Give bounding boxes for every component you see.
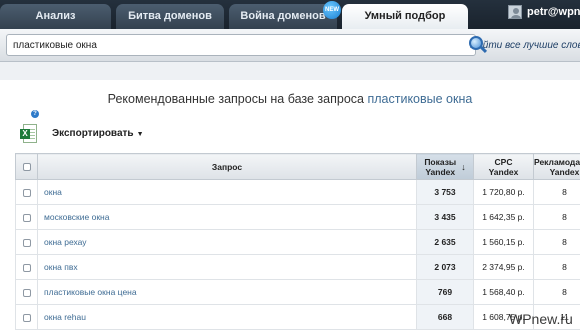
advertisers-header-line1: Рекламодатели [534,156,580,167]
tab-label: Битва доменов [128,10,212,22]
excel-icon[interactable]: X [20,124,37,143]
cpc-value: 2 374,95 р. [473,254,534,280]
column-header-cpc[interactable]: CPC Yandex [473,153,534,180]
page-title-text: Рекомендованные запросы на базе запроса [107,92,364,106]
advertisers-value: 8 [533,279,580,305]
column-header-query[interactable]: Запрос [37,153,417,180]
row-checkbox[interactable] [22,263,31,272]
tab-competitor-analysis[interactable]: Анализ конкурентов [0,4,111,46]
impressions-header-line1: Показы [424,156,457,167]
query-link[interactable]: окна рехау [44,237,87,247]
query-link[interactable]: окна пвх [44,262,78,272]
table-row: окна rehau 668 1 608,75 р. 11 [15,304,580,330]
cpc-value: 1 568,40 р. [473,279,534,305]
impressions-value: 769 [416,279,474,305]
column-header-advertisers[interactable]: РекламодателиYandex [533,153,580,180]
results-panel: Рекомендованные запросы на базе запроса … [0,80,580,332]
impressions-value: 3 435 [416,204,474,230]
tab-domain-war[interactable]: Война доменов NEW [229,1,341,29]
watermark: WPnew.ru [509,311,573,327]
table-row: окна рехау 2 635 1 560,15 р. 8 [15,229,580,255]
advertisers-value: 8 [533,204,580,230]
tab-domain-battle[interactable]: Битва доменов [116,4,224,29]
help-icon[interactable]: ? [31,110,39,118]
cpc-value: 1 642,35 р. [473,204,534,230]
table-header-row: Запрос Показы Yandex ↓ CPC Yandex Рекламода… [15,153,580,180]
row-checkbox[interactable] [22,238,31,247]
page-title-keyword: пластиковые окна [367,92,473,106]
search-button[interactable]: Найти все лучшие слова! [467,32,580,58]
select-all-cell [15,153,38,180]
user-menu[interactable]: petr@wpnew.ru [508,5,580,19]
cpc-value: 1 720,80 р. [473,179,534,205]
export-label: Экспортировать [52,128,134,139]
impressions-header-line2: Yandex [425,166,456,177]
tab-label: Война доменов [240,10,326,22]
query-link[interactable]: московские окна [44,212,109,222]
export-button[interactable]: Экспортировать ▼ [52,128,144,139]
cpc-value: 1 560,15 р. [473,229,534,255]
search-bar: Найти все лучшие слова! [0,29,580,62]
table-row: окна 3 753 1 720,80 р. 8 [15,179,580,205]
user-email: petr@wpnew.ru [527,6,580,18]
user-avatar-icon [508,5,522,19]
query-link[interactable]: окна rehau [44,312,86,322]
cpc-header-line2: Yandex [488,166,519,177]
table-row: пластиковые окна цена 769 1 568,40 р. 8 [15,279,580,305]
column-header-impressions[interactable]: Показы Yandex ↓ [416,153,474,180]
search-button-label: Найти все лучшие слова! [470,39,580,51]
advertisers-value: 8 [533,179,580,205]
table-row: окна пвх 2 073 2 374,95 р. 8 [15,254,580,280]
top-nav: Анализ конкурентов Битва доменов Война д… [0,0,580,46]
sort-desc-icon: ↓ [461,161,466,172]
page-title: Рекомендованные запросы на базе запроса … [0,92,580,106]
results-table: Запрос Показы Yandex ↓ CPC Yandex Рекламода… [15,153,580,330]
advertisers-header-line2: Yandex [549,166,580,177]
new-badge: NEW [323,1,341,19]
table-row: московские окна 3 435 1 642,35 р. 8 [15,204,580,230]
search-input[interactable] [6,34,476,56]
advertisers-value: 8 [533,254,580,280]
cpc-header-line1: CPC [494,156,513,167]
query-link[interactable]: окна [44,187,62,197]
impressions-value: 2 635 [416,229,474,255]
tab-smart-query-selection[interactable]: Умный подбор запросов [342,4,468,46]
impressions-value: 668 [416,304,474,330]
row-checkbox[interactable] [22,213,31,222]
select-all-checkbox[interactable] [22,163,31,172]
row-checkbox[interactable] [22,313,31,322]
advertisers-value: 8 [533,229,580,255]
impressions-value: 2 073 [416,254,474,280]
row-checkbox[interactable] [22,288,31,297]
impressions-value: 3 753 [416,179,474,205]
query-link[interactable]: пластиковые окна цена [44,287,137,297]
export-caret-icon: ▼ [136,131,144,138]
row-checkbox[interactable] [22,188,31,197]
